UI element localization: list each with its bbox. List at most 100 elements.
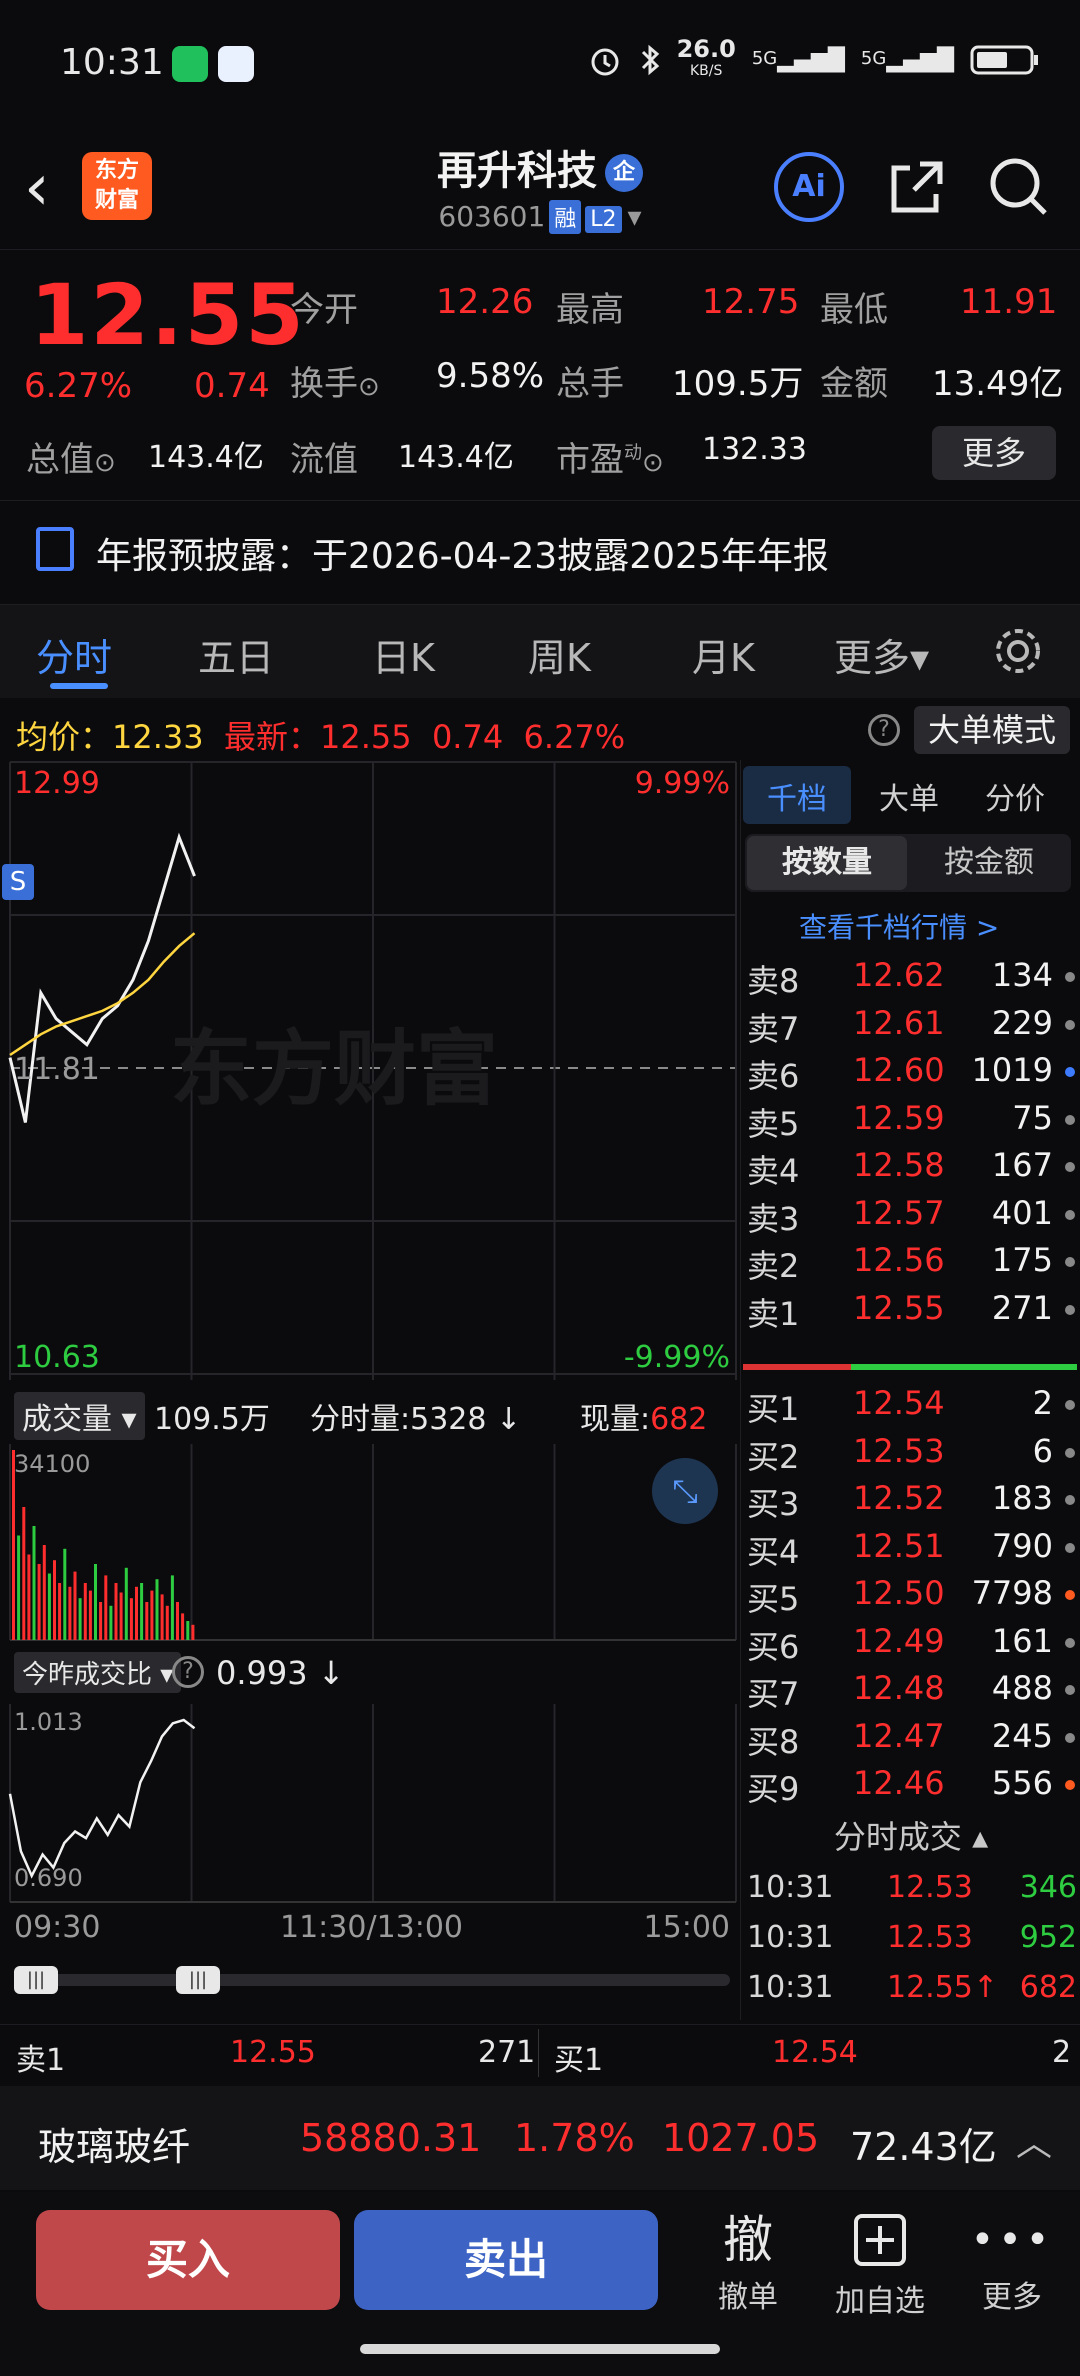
info-icon[interactable]: ⊙ <box>642 448 664 478</box>
ask-row[interactable]: 卖6 12.60 1019 <box>741 1045 1080 1095</box>
volume-bar <box>94 1564 97 1640</box>
ask-row[interactable]: 卖3 12.57 401 <box>741 1188 1080 1238</box>
search-icon[interactable] <box>986 154 1052 220</box>
more-actions-button[interactable]: ••• 更多 <box>952 2212 1072 2316</box>
time-range-slider[interactable] <box>14 1974 730 1986</box>
settings-gear-icon[interactable] <box>990 623 1046 679</box>
volume-bar <box>181 1613 185 1640</box>
tab-monthly-k[interactable]: 月K <box>692 627 755 682</box>
by-quantity-button[interactable]: 按数量 <box>747 836 907 890</box>
status-icons: 26.0 KB/S 5G▂▄▆█ 5G▂▄▆█ <box>587 37 1040 80</box>
bid-row[interactable]: 买9 12.46 556 <box>741 1758 1080 1808</box>
margin-tag: 融 <box>549 200 582 234</box>
volume-bar <box>155 1579 159 1640</box>
bid-level: 买1 <box>747 1390 800 1428</box>
notice-bar[interactable]: 年报预披露：于2026-04-23披露2025年年报 <box>0 500 1080 596</box>
tab-daily-k[interactable]: 日K <box>372 627 435 682</box>
help-icon[interactable]: ? <box>172 1656 204 1688</box>
bid-row[interactable]: 买6 12.49 161 <box>741 1616 1080 1666</box>
bid-price: 12.47 <box>853 1716 945 1755</box>
cancel-order-button[interactable]: 撤 撤单 <box>688 2212 808 2316</box>
trade-volume: 682 <box>1019 1970 1077 2005</box>
ask-volume: 271 <box>991 1288 1053 1327</box>
depth-bar-red <box>743 1364 851 1370</box>
ask-row[interactable]: 卖2 12.56 175 <box>741 1235 1080 1285</box>
volume-bar <box>176 1602 179 1640</box>
home-indicator[interactable] <box>360 2344 720 2354</box>
bid-row[interactable]: 买3 12.52 183 <box>741 1473 1080 1523</box>
ask-level: 卖4 <box>747 1152 800 1190</box>
volume-bar <box>135 1586 138 1640</box>
tab-intraday[interactable]: 分时 <box>36 627 112 682</box>
tab-weekly-k[interactable]: 周K <box>528 627 591 682</box>
pe-label: 市盈动⊙ <box>556 440 664 480</box>
amount-value: 13.49亿 <box>932 364 1064 404</box>
ask-price: 12.59 <box>853 1098 945 1137</box>
view-depth-link[interactable]: 查看千档行情 > <box>799 906 999 946</box>
top-price-label: 12.99 <box>14 766 100 801</box>
ask-dot <box>1065 1114 1075 1125</box>
volume-bar <box>140 1583 144 1640</box>
trade-price: 12.55↑ <box>887 1970 999 2005</box>
dropdown-icon[interactable]: ▾ <box>628 200 642 233</box>
app-notification-icon <box>218 46 254 82</box>
sector-change: 1027.05 <box>662 2116 820 2160</box>
bid-row[interactable]: 买7 12.48 488 <box>741 1663 1080 1713</box>
ask-price: 12.58 <box>853 1146 945 1184</box>
tab-more[interactable]: 更多▾ <box>834 627 929 682</box>
bid-row[interactable]: 买5 12.50 7798 <box>741 1568 1080 1618</box>
bid-volume: 7798 <box>971 1574 1053 1612</box>
info-icon[interactable]: ⊙ <box>358 372 380 402</box>
bid-row[interactable]: 买1 12.54 2 <box>741 1378 1080 1428</box>
bid-volume: 2 <box>1032 1384 1053 1422</box>
add-watchlist-button[interactable]: 加自选 <box>820 2212 940 2320</box>
slider-handle-right[interactable]: ||| <box>176 1966 220 1994</box>
slider-handle-left[interactable]: ||| <box>14 1966 58 1994</box>
ratio-max-label: 1.013 <box>14 1708 83 1736</box>
trades-header[interactable]: 分时成交 ▴ <box>741 1812 1080 1862</box>
best-quote-bar: 卖1 12.55 271 买1 12.54 2 <box>0 2024 1080 2080</box>
float-label: 流值 <box>290 440 358 480</box>
share-icon[interactable] <box>884 154 950 220</box>
sector-index-bar[interactable]: 玻璃玻纤 58880.31 1.78% 1027.05 72.43亿 ︿ <box>0 2086 1080 2190</box>
volume-label: 总手 <box>556 364 624 404</box>
big-order-mode-button[interactable]: 大单模式 <box>914 706 1070 754</box>
info-icon[interactable]: ⊙ <box>94 448 116 478</box>
notice-text: 年报预披露：于2026-04-23披露2025年年报 <box>96 536 829 577</box>
add-icon <box>854 2214 906 2266</box>
by-amount-button[interactable]: 按金额 <box>909 836 1069 890</box>
chevron-up-icon[interactable]: ︿ <box>1016 2114 1052 2166</box>
intraday-chart-area[interactable]: 12.99 9.99% 11.81 10.63 -9.99% 东方财富 S 成交… <box>0 760 738 2020</box>
ask-row[interactable]: 卖4 12.58 167 <box>741 1140 1080 1190</box>
expand-icon[interactable]: ⤡ <box>652 1458 718 1524</box>
ask-row[interactable]: 卖8 12.62 134 <box>741 950 1080 1000</box>
ask-row[interactable]: 卖7 12.61 229 <box>741 998 1080 1048</box>
ai-button[interactable]: Ai <box>774 152 844 222</box>
tab-thousand-depth[interactable]: 千档 <box>767 774 827 818</box>
volume-bar <box>109 1605 113 1640</box>
volume-selector[interactable]: 成交量 ▾ <box>14 1392 145 1440</box>
bid-row[interactable]: 买2 12.53 6 <box>741 1426 1080 1476</box>
ask-row[interactable]: 卖1 12.55 271 <box>741 1283 1080 1330</box>
tab-price-dist[interactable]: 分价 <box>985 774 1045 818</box>
event-marker[interactable]: S <box>2 864 34 900</box>
avg-price-line <box>9 932 196 1057</box>
tab-big-order[interactable]: 大单 <box>879 774 939 818</box>
bid-level: 买2 <box>747 1437 800 1476</box>
bid-dot <box>1065 1732 1075 1743</box>
volume-bar <box>37 1564 41 1640</box>
ask-row[interactable]: 卖5 12.59 75 <box>741 1093 1080 1143</box>
tab-five-day[interactable]: 五日 <box>198 627 274 682</box>
bid-row[interactable]: 买4 12.51 790 <box>741 1521 1080 1571</box>
ratio-selector[interactable]: 今昨成交比 ▾ <box>14 1652 182 1693</box>
trade-row: 10:31 12.55↑ 682 <box>741 1964 1080 2012</box>
bottom-pct-label: -9.99% <box>623 1340 730 1375</box>
sell-button[interactable]: 卖出 <box>354 2210 658 2310</box>
bid-row[interactable]: 买8 12.47 245 <box>741 1711 1080 1761</box>
help-icon[interactable]: ? <box>868 714 900 746</box>
best-bid-label: 买1 <box>554 2043 604 2078</box>
volume-bar <box>99 1602 103 1640</box>
quote-more-button[interactable]: 更多 <box>932 426 1056 480</box>
minute-volume: 分时量:5328 ↓ <box>310 1402 522 1437</box>
buy-button[interactable]: 买入 <box>36 2210 340 2310</box>
